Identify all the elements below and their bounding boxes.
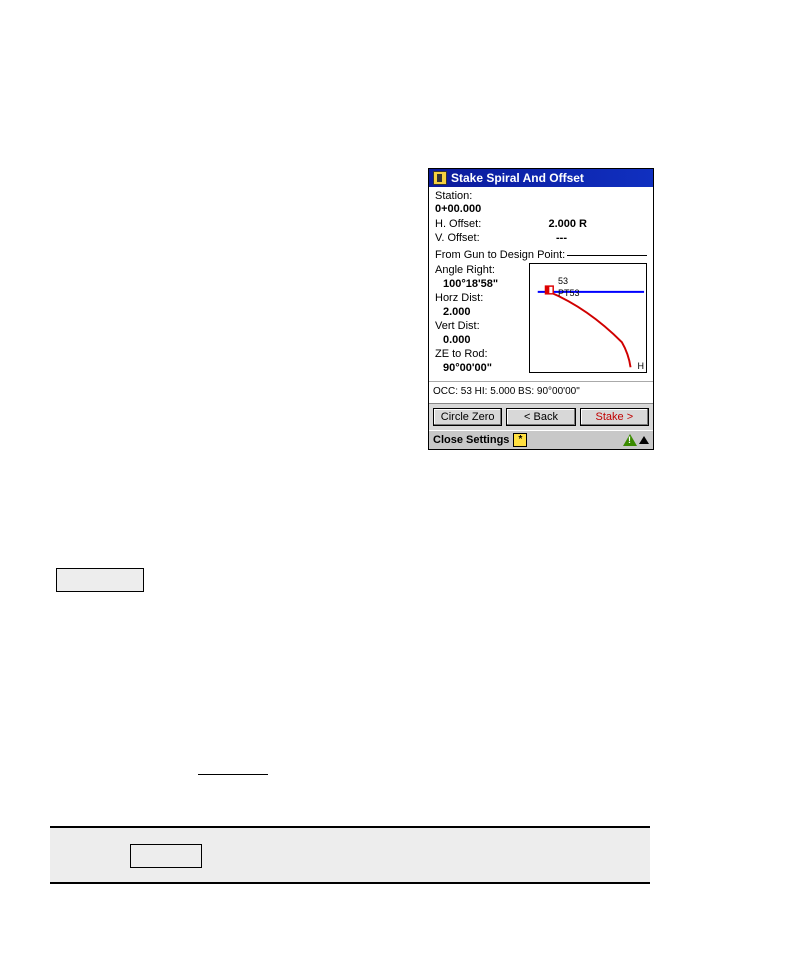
- h-offset-value: 2.000 R: [548, 217, 587, 231]
- ze-rod-value: 90°00'00": [435, 361, 525, 375]
- circle-zero-button[interactable]: Circle Zero: [433, 408, 502, 426]
- arrow-up-icon[interactable]: [639, 436, 649, 444]
- v-offset-label: V. Offset:: [435, 231, 480, 245]
- horz-dist-value: 2.000: [435, 305, 525, 319]
- section-label: From Gun to Design Point:: [435, 249, 565, 261]
- plot-point-top-label: 53: [558, 276, 568, 286]
- footer-bar: Close Settings *: [429, 430, 653, 449]
- station-row: Station:: [435, 189, 647, 203]
- lower-panel: Angle Right: 100°18'58" Horz Dist: 2.000…: [435, 263, 647, 375]
- app-icon: [433, 171, 447, 185]
- section-divider: [567, 255, 647, 256]
- content-area: Station: 0+00.000 H. Offset: 2.000 R V. …: [429, 187, 653, 381]
- plot-point-bottom-label: PT53: [558, 288, 580, 298]
- vert-dist-label: Vert Dist:: [435, 319, 525, 333]
- angle-right-value: 100°18'58": [435, 277, 525, 291]
- h-offset-row: H. Offset: 2.000 R: [435, 217, 647, 231]
- decorative-box-1: [56, 568, 144, 592]
- readings-column: Angle Right: 100°18'58" Horz Dist: 2.000…: [435, 263, 525, 375]
- warning-icon[interactable]: [623, 434, 637, 446]
- section-header: From Gun to Design Point:: [435, 249, 647, 261]
- vert-dist-value: 0.000: [435, 333, 525, 347]
- station-label: Station:: [435, 189, 472, 203]
- v-offset-value: ---: [556, 231, 567, 245]
- h-offset-label: H. Offset:: [435, 217, 481, 231]
- horz-dist-label: Horz Dist:: [435, 291, 525, 305]
- station-value: 0+00.000: [435, 203, 647, 215]
- decorative-box-2: [130, 844, 202, 868]
- plot-area: 53 PT53 H: [529, 263, 647, 373]
- v-offset-row: V. Offset: ---: [435, 231, 647, 245]
- settings-star-button[interactable]: *: [513, 433, 527, 447]
- titlebar: Stake Spiral And Offset: [429, 169, 653, 187]
- decorative-underline: [198, 774, 268, 775]
- status-bar: OCC: 53 HI: 5.000 BS: 90°00'00": [429, 381, 653, 403]
- back-button[interactable]: < Back: [506, 408, 575, 426]
- button-bar: Circle Zero < Back Stake >: [429, 403, 653, 430]
- ze-rod-label: ZE to Rod:: [435, 347, 525, 361]
- stake-button[interactable]: Stake >: [580, 408, 649, 426]
- window-title: Stake Spiral And Offset: [451, 171, 584, 185]
- status-text: OCC: 53 HI: 5.000 BS: 90°00'00": [433, 386, 580, 397]
- decorative-band: [50, 826, 650, 884]
- plot-axis-h: H: [638, 361, 645, 371]
- stake-dialog: Stake Spiral And Offset Station: 0+00.00…: [428, 168, 654, 450]
- close-settings-label[interactable]: Close Settings: [433, 434, 509, 446]
- angle-right-label: Angle Right:: [435, 263, 525, 277]
- plot-svg: [530, 264, 646, 372]
